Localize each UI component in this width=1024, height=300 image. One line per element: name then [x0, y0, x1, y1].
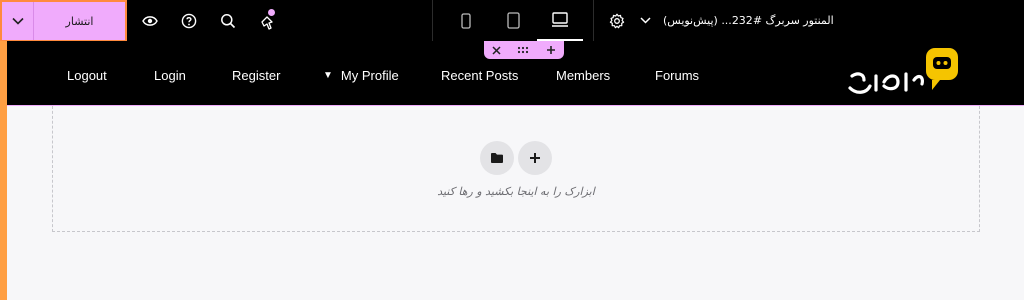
help-button[interactable]: [174, 0, 204, 41]
folder-icon: [490, 149, 504, 168]
mobile-icon: [461, 12, 471, 29]
drag-handle-icon[interactable]: [517, 46, 529, 54]
publish-button[interactable]: انتشار: [34, 2, 125, 40]
publish-options-button[interactable]: [2, 2, 34, 40]
chevron-down-icon: [11, 17, 24, 25]
chevron-down-icon: [640, 17, 651, 24]
gear-icon: [609, 13, 625, 29]
caret-down-icon: ▼: [323, 69, 333, 81]
nav-item-logout[interactable]: Logout: [67, 65, 107, 85]
notifications-button[interactable]: [252, 0, 284, 41]
site-header-section[interactable]: Logout Login Register ▼ My Profile Recen…: [7, 41, 1024, 106]
nav-item-my-profile[interactable]: ▼ My Profile: [323, 65, 399, 85]
tablet-icon: [506, 12, 520, 29]
site-logo[interactable]: [848, 46, 958, 102]
divider: [432, 0, 433, 41]
add-section-icon[interactable]: [546, 45, 556, 55]
editor-frame-edge: [0, 41, 7, 300]
nav-item-forums[interactable]: Forums: [655, 65, 699, 85]
device-tablet-button[interactable]: [498, 0, 528, 41]
eye-icon: [142, 15, 158, 27]
add-template-button[interactable]: [480, 141, 514, 175]
empty-section-drop-area[interactable]: [52, 106, 980, 232]
document-title: المنتور سربرگ #232... (پیش‌نویس): [663, 14, 834, 27]
device-mobile-button[interactable]: [452, 0, 480, 41]
search-button[interactable]: [213, 0, 243, 41]
publish-group: انتشار: [0, 0, 127, 42]
nav-item-members[interactable]: Members: [556, 65, 610, 85]
search-icon: [220, 13, 236, 29]
nav-item-recent-posts[interactable]: Recent Posts: [441, 65, 518, 85]
close-icon[interactable]: [492, 45, 501, 55]
nav-item-label: My Profile: [340, 67, 399, 83]
add-section-button[interactable]: [518, 141, 552, 175]
desktop-icon: [551, 11, 569, 28]
elementor-editor: انتشار: [0, 0, 1024, 300]
divider: [593, 0, 594, 41]
preview-button[interactable]: [135, 0, 165, 41]
plus-icon: [529, 149, 541, 168]
nav-item-register[interactable]: Register: [232, 65, 280, 85]
help-icon: [181, 13, 197, 29]
notification-dot: [268, 9, 275, 16]
nav-item-login[interactable]: Login: [154, 65, 186, 85]
section-handle: [484, 41, 564, 59]
settings-button[interactable]: [603, 0, 631, 41]
drop-hint-text: ابزارک را به اینجا بکشید و رها کنید: [437, 185, 595, 198]
editor-top-bar: انتشار: [0, 0, 1024, 42]
device-desktop-button[interactable]: [537, 0, 583, 41]
document-title-dropdown[interactable]: المنتور سربرگ #232... (پیش‌نویس): [640, 0, 840, 41]
